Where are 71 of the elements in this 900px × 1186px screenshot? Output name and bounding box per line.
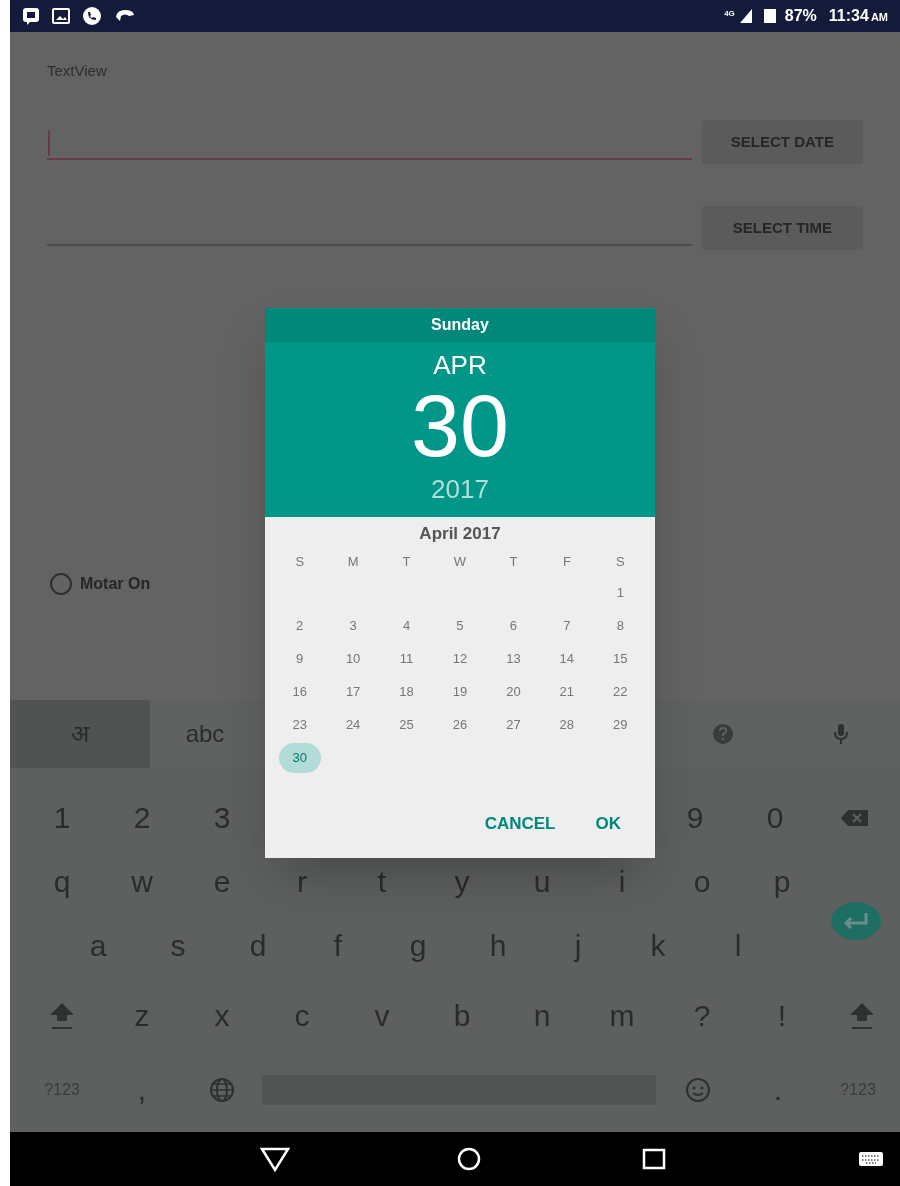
- shift-key-icon[interactable]: [848, 1001, 876, 1031]
- calendar-day[interactable]: 18: [385, 677, 428, 707]
- signal-icon: [738, 8, 753, 24]
- weekday-header: W: [453, 552, 467, 571]
- year-label: 2017: [431, 476, 489, 502]
- calendar-day[interactable]: 2: [278, 611, 321, 641]
- microphone-icon[interactable]: [833, 722, 849, 746]
- battery-percent: 87%: [784, 6, 817, 26]
- recents-icon[interactable]: [642, 1148, 666, 1170]
- shift-key-icon[interactable]: [48, 1001, 76, 1031]
- globe-icon[interactable]: [209, 1077, 235, 1103]
- weekday-header: M: [347, 552, 359, 571]
- keyboard-icon[interactable]: [858, 1151, 884, 1167]
- calendar-day[interactable]: 30: [278, 743, 321, 773]
- calendar-day[interactable]: 5: [439, 611, 481, 641]
- calendar-day[interactable]: 7: [545, 611, 588, 641]
- calendar-day[interactable]: 10: [332, 644, 375, 674]
- weekday-header: T: [509, 552, 518, 571]
- radio-label: Motar On: [80, 574, 151, 594]
- calendar-day[interactable]: 17: [332, 677, 375, 707]
- clock-meridiem: AM: [870, 10, 888, 25]
- calendar-day[interactable]: 8: [599, 611, 642, 641]
- clock-time: 11:34: [828, 6, 869, 26]
- calendar-day[interactable]: 3: [332, 611, 375, 641]
- weekday-label: Sunday: [265, 308, 655, 342]
- calendar-day[interactable]: 19: [439, 677, 481, 707]
- weekday-header: F: [562, 552, 571, 571]
- calendar-day[interactable]: 12: [439, 644, 481, 674]
- weekday-header: T: [402, 552, 411, 571]
- chat-icon: [22, 7, 40, 25]
- calendar-day[interactable]: 20: [492, 677, 535, 707]
- keyboard-key[interactable]: ,: [131, 1075, 153, 1105]
- day-label: 30: [411, 382, 509, 470]
- ok-button[interactable]: OK: [585, 804, 631, 842]
- enter-key[interactable]: [830, 901, 882, 941]
- calendar-day[interactable]: 29: [599, 710, 642, 740]
- calendar-day[interactable]: 15: [599, 644, 642, 674]
- back-icon[interactable]: [260, 1145, 290, 1173]
- network-type-label: 4G: [724, 8, 735, 20]
- month-label: APR: [433, 352, 487, 378]
- calendar-day[interactable]: 26: [439, 710, 481, 740]
- emoji-icon[interactable]: [685, 1077, 711, 1103]
- calendar-day[interactable]: 23: [278, 710, 321, 740]
- help-icon[interactable]: [712, 723, 734, 745]
- keyboard-key[interactable]: !: [771, 1001, 793, 1031]
- calendar-day[interactable]: 11: [385, 644, 428, 674]
- image-icon: [52, 8, 70, 24]
- backspace-icon[interactable]: [840, 808, 870, 828]
- cancel-button[interactable]: CANCEL: [474, 804, 566, 842]
- keyboard-key[interactable]: ?: [687, 1001, 717, 1031]
- calendar-day[interactable]: 1: [599, 578, 642, 608]
- weekday-header: S: [295, 552, 305, 571]
- calendar-day[interactable]: 22: [599, 677, 642, 707]
- calendar-day[interactable]: 14: [545, 644, 588, 674]
- calendar-day[interactable]: 4: [385, 611, 428, 641]
- home-icon[interactable]: [457, 1147, 481, 1171]
- month-title: April 2017: [418, 523, 502, 545]
- calendar-day[interactable]: 9: [278, 644, 321, 674]
- battery-icon: [762, 8, 777, 24]
- phone-icon: [82, 6, 102, 26]
- weekday-header: S: [615, 552, 625, 571]
- calendar-day[interactable]: 13: [492, 644, 535, 674]
- calendar-day[interactable]: 27: [492, 710, 535, 740]
- calendar-day[interactable]: 24: [332, 710, 375, 740]
- calendar-day[interactable]: 6: [492, 611, 535, 641]
- keyboard-key[interactable]: .: [767, 1075, 789, 1105]
- calendar-day[interactable]: 28: [545, 710, 588, 740]
- calendar-day[interactable]: 16: [278, 677, 321, 707]
- radio-button[interactable]: [50, 573, 72, 595]
- calendar-day[interactable]: 25: [385, 710, 428, 740]
- calendar-day[interactable]: 21: [545, 677, 588, 707]
